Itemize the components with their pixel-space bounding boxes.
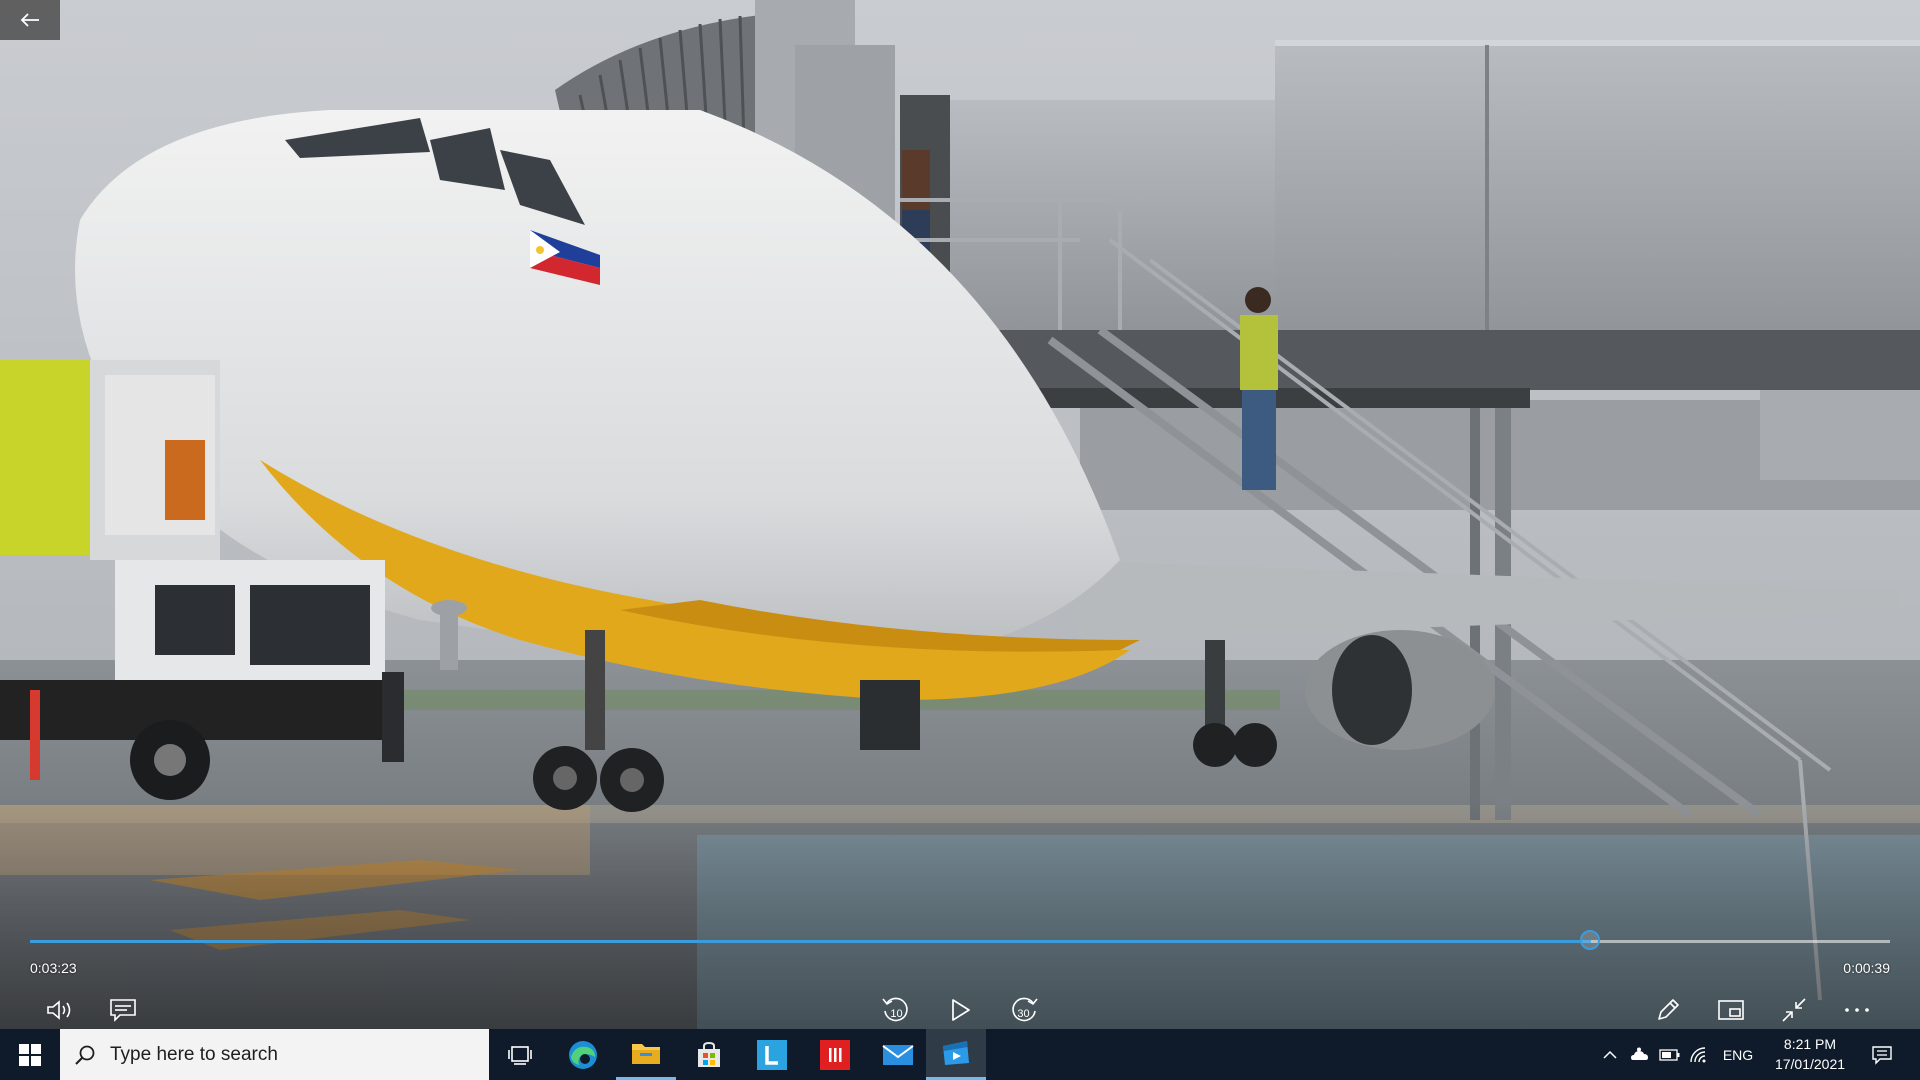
more-button[interactable]: [1837, 992, 1877, 1028]
skip-forward-icon: 30: [1012, 997, 1038, 1022]
taskbar-clock[interactable]: 8:21 PM 17/01/2021: [1760, 1034, 1860, 1074]
tray-wifi-button[interactable]: [1687, 1029, 1713, 1080]
battery-icon: [1659, 1048, 1680, 1061]
seek-bar-thumb[interactable]: [1579, 930, 1600, 950]
skip-back-label: 10: [890, 1008, 902, 1020]
exit-fullscreen-button[interactable]: [1774, 992, 1814, 1028]
tray-language-button[interactable]: ENG: [1718, 1029, 1758, 1080]
exit-fullscreen-icon: [1782, 998, 1806, 1022]
pencil-icon: [1658, 999, 1679, 1020]
skip-forward-label: 30: [1017, 1008, 1029, 1020]
clock-time: 8:21 PM: [1783, 1036, 1837, 1052]
taskbar-app-mail[interactable]: [868, 1029, 928, 1080]
back-arrow-icon: [20, 13, 39, 27]
mail-icon: [882, 1044, 914, 1065]
chevron-up-icon: [1603, 1050, 1617, 1059]
notifications-icon: [1872, 1045, 1892, 1065]
volume-button[interactable]: [40, 992, 80, 1028]
seek-bar[interactable]: [30, 930, 1890, 950]
taskbar-app-file-explorer[interactable]: [616, 1029, 676, 1080]
task-view-button[interactable]: [490, 1029, 550, 1080]
captions-icon: [110, 999, 136, 1022]
mini-view-button[interactable]: [1711, 992, 1751, 1028]
show-hidden-icons-button[interactable]: [1598, 1029, 1622, 1080]
clock-date: 17/01/2021: [1774, 1056, 1846, 1072]
start-button[interactable]: [0, 1029, 60, 1080]
action-center-button[interactable]: [1862, 1029, 1902, 1080]
taskbar-app-store[interactable]: [679, 1029, 739, 1080]
skip-back-icon: 10: [882, 997, 908, 1022]
elapsed-time: 0:03:23: [30, 960, 77, 976]
search-placeholder: Type here to search: [110, 1043, 278, 1065]
taskbar-app-video-player[interactable]: [926, 1029, 986, 1080]
taskbar: Type here to search ENG 8:21 PM 17/01/20…: [0, 1029, 1920, 1080]
windows-logo-icon: [19, 1043, 41, 1066]
back-button[interactable]: [0, 0, 60, 40]
play-icon: [952, 999, 970, 1021]
remaining-time: 0:00:39: [1843, 960, 1890, 976]
captions-button[interactable]: [103, 992, 143, 1028]
edit-button[interactable]: [1648, 992, 1688, 1028]
taskbar-app-red[interactable]: [805, 1029, 865, 1080]
l-app-icon: [757, 1039, 787, 1070]
skip-back-button[interactable]: 10: [876, 992, 916, 1028]
skip-forward-button[interactable]: 30: [1004, 992, 1044, 1028]
more-icon: [1845, 1008, 1869, 1012]
search-icon: [75, 1045, 95, 1065]
cloud-person-icon: [1631, 1047, 1648, 1060]
tray-onedrive-button[interactable]: [1627, 1029, 1653, 1080]
taskbar-app-l[interactable]: [742, 1029, 802, 1080]
folder-icon: [632, 1044, 660, 1064]
mini-view-icon: [1718, 1000, 1744, 1020]
red-app-icon: [820, 1039, 850, 1070]
tray-battery-button[interactable]: [1657, 1029, 1683, 1080]
volume-icon: [47, 1000, 71, 1020]
edge-browser-icon: [569, 1040, 597, 1069]
task-view-icon: [508, 1045, 532, 1065]
store-bag-icon: [698, 1041, 720, 1067]
play-button[interactable]: [940, 992, 980, 1028]
video-player-icon: [943, 1041, 969, 1065]
seek-bar-progress: [30, 940, 1591, 943]
wifi-icon: [1690, 1046, 1706, 1062]
taskbar-app-edge[interactable]: [553, 1029, 613, 1080]
taskbar-search-box[interactable]: Type here to search: [60, 1029, 489, 1080]
